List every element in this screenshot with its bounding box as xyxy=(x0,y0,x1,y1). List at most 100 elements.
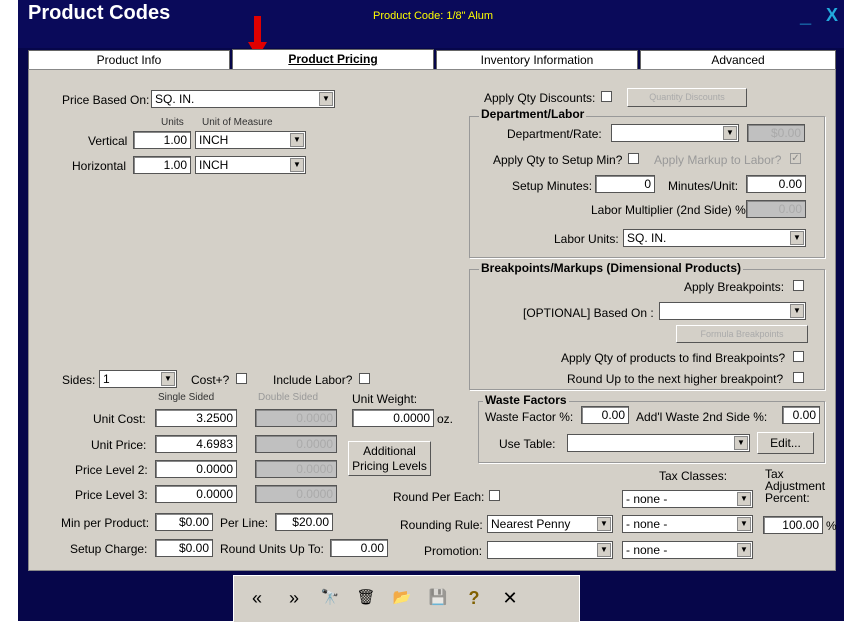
round-up-breakpoint-label: Round Up to the next higher breakpoint? xyxy=(567,372,784,386)
formula-breakpoints-button[interactable]: Formula Breakpoints xyxy=(676,325,808,343)
chevron-down-icon: ▼ xyxy=(290,158,304,172)
horizontal-units-input[interactable]: 1.00 xyxy=(133,156,191,174)
sides-label: Sides: xyxy=(62,373,96,387)
chevron-down-icon: ▼ xyxy=(723,126,737,140)
apply-qty-breakpoints-checkbox[interactable] xyxy=(793,351,804,362)
addl-waste-label: Add'l Waste 2nd Side %: xyxy=(636,410,768,424)
include-labor-label: Include Labor? xyxy=(273,373,353,387)
department-rate-select[interactable]: ▼ xyxy=(611,124,739,142)
apply-markup-labor-checkbox: ✓ xyxy=(790,153,801,164)
use-table-label: Use Table: xyxy=(499,437,556,451)
labor-units-value: SQ. IN. xyxy=(627,231,667,245)
promotion-select[interactable]: ▼ xyxy=(487,541,613,559)
setup-minutes-input[interactable]: 0 xyxy=(595,175,655,193)
round-up-breakpoint-checkbox[interactable] xyxy=(793,372,804,383)
apply-breakpoints-checkbox[interactable] xyxy=(793,280,804,291)
labor-units-select[interactable]: SQ. IN. ▼ xyxy=(623,229,806,247)
labor-units-label: Labor Units: xyxy=(554,232,619,246)
price-level2-double-input: 0.0000 xyxy=(255,460,337,478)
price-based-on-value: SQ. IN. xyxy=(155,92,195,106)
vertical-label: Vertical xyxy=(88,134,128,148)
round-per-each-label: Round Per Each: xyxy=(393,490,485,504)
setup-minutes-label: Setup Minutes: xyxy=(512,179,593,193)
based-on-select[interactable]: ▼ xyxy=(659,302,806,320)
price-based-on-select[interactable]: SQ. IN. ▼ xyxy=(151,90,335,108)
include-labor-checkbox[interactable] xyxy=(359,373,370,384)
labor-multiplier-label: Labor Multiplier (2nd Side) %: xyxy=(591,203,750,217)
help-icon[interactable]: ? xyxy=(462,588,486,609)
department-rate-amount: $0.00 xyxy=(747,124,805,142)
apply-qty-discounts-label: Apply Qty Discounts: xyxy=(484,91,596,105)
per-line-label: Per Line: xyxy=(220,516,269,530)
apply-qty-setup-label: Apply Qty to Setup Min? xyxy=(493,153,623,167)
price-level2-single-input[interactable]: 0.0000 xyxy=(155,460,237,478)
last-record-icon[interactable]: » xyxy=(282,588,306,609)
vertical-uom-value: INCH xyxy=(199,133,229,147)
min-per-product-input[interactable]: $0.00 xyxy=(155,513,213,531)
window-title: Product Codes xyxy=(28,2,171,24)
apply-qty-discounts-checkbox[interactable] xyxy=(601,91,612,102)
tax-class-1-select[interactable]: - none - ▼ xyxy=(622,490,753,508)
additional-pricing-levels-button[interactable]: Additional Pricing Levels xyxy=(348,441,431,476)
chevron-down-icon: ▼ xyxy=(597,543,611,557)
tab-product-info[interactable]: Product Info xyxy=(28,50,230,70)
find-binoculars-icon[interactable]: 🔭 xyxy=(318,588,342,606)
tab-product-pricing[interactable]: Product Pricing xyxy=(232,49,434,71)
chevron-down-icon: ▼ xyxy=(737,517,751,531)
apply-qty-breakpoints-label: Apply Qty of products to find Breakpoint… xyxy=(561,351,786,365)
unit-cost-single-input[interactable]: 3.2500 xyxy=(155,409,237,427)
tab-advanced[interactable]: Advanced xyxy=(640,50,836,70)
apply-breakpoints-label: Apply Breakpoints: xyxy=(684,280,785,294)
tax-adj-label-3: Percent: xyxy=(765,491,810,505)
tax-classes-label: Tax Classes: xyxy=(659,469,728,483)
setup-charge-input[interactable]: $0.00 xyxy=(155,539,213,557)
chevron-down-icon: ▼ xyxy=(734,436,748,450)
chevron-down-icon: ▼ xyxy=(737,543,751,557)
tax-class-3-value: - none - xyxy=(626,543,668,557)
labor-multiplier-input: 0.00 xyxy=(746,200,806,218)
cost-plus-checkbox[interactable] xyxy=(236,373,247,384)
promotion-label: Promotion: xyxy=(424,544,483,558)
rounding-rule-select[interactable]: Nearest Penny ▼ xyxy=(487,515,613,533)
addl-waste-input[interactable]: 0.00 xyxy=(782,406,820,424)
use-table-select[interactable]: ▼ xyxy=(567,434,750,452)
first-record-icon[interactable]: « xyxy=(245,588,269,609)
tax-adjustment-label: Tax Adjustment Percent: xyxy=(765,468,825,504)
round-per-each-checkbox[interactable] xyxy=(489,490,500,501)
waste-factors-title: Waste Factors xyxy=(483,393,569,407)
vertical-uom-select[interactable]: INCH ▼ xyxy=(195,131,306,149)
tab-inventory-information[interactable]: Inventory Information xyxy=(436,50,638,70)
rounding-rule-value: Nearest Penny xyxy=(491,517,571,531)
open-folder-icon[interactable]: 📂 xyxy=(390,588,414,606)
vertical-units-input[interactable]: 1.00 xyxy=(133,131,191,149)
unit-cost-double-input: 0.0000 xyxy=(255,409,337,427)
chevron-down-icon: ▼ xyxy=(597,517,611,531)
minimize-button[interactable]: _ xyxy=(800,5,811,28)
delete-trash-icon[interactable]: 🗑 xyxy=(354,588,378,606)
apply-qty-setup-checkbox[interactable] xyxy=(628,153,639,164)
unit-price-double-input: 0.0000 xyxy=(255,435,337,453)
edit-table-button[interactable]: Edit... xyxy=(757,432,814,454)
sides-select[interactable]: 1 ▼ xyxy=(99,370,177,388)
per-line-input[interactable]: $20.00 xyxy=(275,513,333,531)
based-on-label: [OPTIONAL] Based On : xyxy=(523,306,654,320)
single-sided-header: Single Sided xyxy=(158,392,215,403)
save-disk-icon[interactable]: 💾 xyxy=(426,588,450,606)
tax-class-2-select[interactable]: - none - ▼ xyxy=(622,515,753,533)
round-units-input[interactable]: 0.00 xyxy=(330,539,388,557)
waste-factor-input[interactable]: 0.00 xyxy=(581,406,629,424)
price-level3-single-input[interactable]: 0.0000 xyxy=(155,485,237,503)
unit-weight-label: Unit Weight: xyxy=(352,392,418,406)
chevron-down-icon: ▼ xyxy=(161,372,175,386)
close-icon[interactable]: ✕ xyxy=(498,588,522,609)
unit-weight-input[interactable]: 0.0000 xyxy=(352,409,434,427)
additional-pricing-line1: Additional xyxy=(363,444,416,458)
tax-class-3-select[interactable]: - none - ▼ xyxy=(622,541,753,559)
close-window-button[interactable]: X xyxy=(826,5,838,26)
unit-price-single-input[interactable]: 4.6983 xyxy=(155,435,237,453)
horizontal-uom-select[interactable]: INCH ▼ xyxy=(195,156,306,174)
tax-adjustment-input[interactable]: 100.00 xyxy=(763,516,823,534)
quantity-discounts-button[interactable]: Quantity Discounts xyxy=(627,88,747,107)
unit-price-label: Unit Price: xyxy=(91,438,147,452)
minutes-unit-input[interactable]: 0.00 xyxy=(746,175,806,193)
